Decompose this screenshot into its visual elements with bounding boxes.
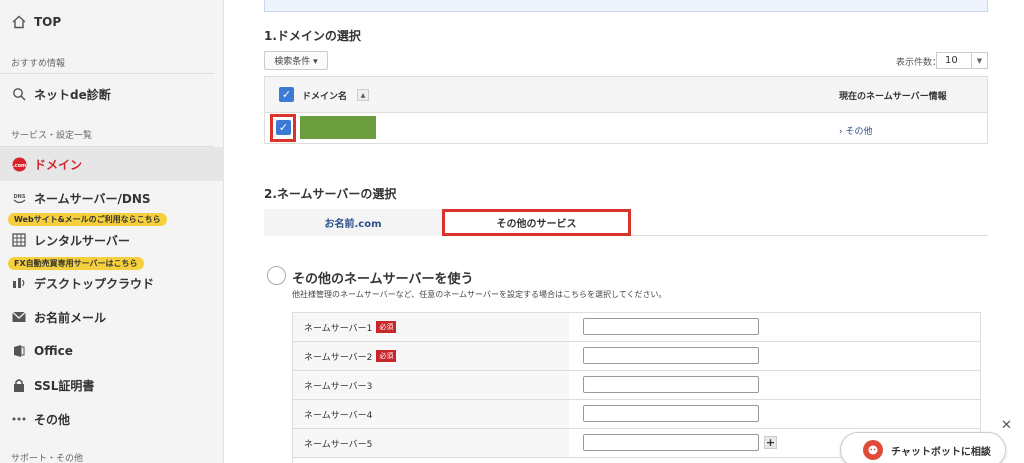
col-ns-info-header: 現在のネームサーバー情報: [839, 92, 947, 102]
nameserver-5-input[interactable]: [583, 434, 759, 451]
sidebar-item-mail[interactable]: お名前メール: [0, 299, 224, 335]
sidebar-item-label: その他: [34, 412, 71, 427]
sidebar-item-desktop-cloud[interactable]: デスクトップクラウド: [0, 265, 224, 301]
ns-label-text: ネームサーバー2: [304, 352, 373, 363]
domain-table: ✓ ドメイン名 ▲ 現在のネームサーバー情報 ✓ › その他: [264, 76, 988, 144]
count-value: 10: [945, 55, 958, 66]
col-domain-header: ドメイン名: [302, 92, 348, 102]
nameserver-2-input[interactable]: [583, 347, 759, 364]
add-nameserver-button[interactable]: +: [764, 436, 777, 449]
mail-icon: [11, 309, 27, 325]
ns-label-text: ネームサーバー3: [304, 381, 373, 392]
nameserver-4-input[interactable]: [583, 405, 759, 422]
ns-row-2: ネームサーバー2 必須: [293, 342, 980, 371]
other-ns-title: その他のネームサーバーを使う: [292, 272, 474, 287]
chevron-down-icon: ▼: [971, 53, 987, 68]
lock-icon: [11, 377, 27, 393]
ns-label: ネームサーバー2 必須: [293, 342, 569, 370]
dns-icon: DNS: [11, 190, 27, 206]
nameserver-1-input[interactable]: [583, 318, 759, 335]
row-checkbox[interactable]: ✓: [276, 120, 291, 135]
svg-text:.com: .com: [12, 163, 26, 169]
other-ns-radio[interactable]: [267, 266, 286, 285]
table-header: ✓ ドメイン名 ▲ 現在のネームサーバー情報: [265, 77, 987, 113]
ns-label: ネームサーバー3: [293, 371, 569, 399]
section-label-services: サービス・設定一覧: [11, 131, 93, 141]
sidebar-item-domain[interactable]: .com ドメイン: [0, 147, 224, 181]
cloud-icon: [11, 275, 27, 291]
sidebar-item-label: ネットde診断: [34, 87, 111, 102]
sidebar-item-label: ネームサーバー/DNS: [34, 191, 151, 206]
select-all-checkbox[interactable]: ✓: [279, 87, 294, 102]
close-icon[interactable]: ✕: [1001, 418, 1012, 433]
ns-label-text: ネームサーバー4: [304, 410, 373, 421]
dots-icon: [11, 411, 27, 427]
sidebar-item-other[interactable]: その他: [0, 401, 224, 437]
sidebar-item-ssl[interactable]: SSL証明書: [0, 367, 224, 403]
domain-section-title: 1.ドメインの選択: [264, 29, 361, 43]
divider: [0, 73, 214, 74]
ns-tabs: お名前.com その他のサービス: [264, 209, 988, 236]
ns-row-1: ネームサーバー1 必須: [293, 313, 980, 342]
sidebar: TOP おすすめ情報 ネットde診断 サービス・設定一覧 .com ドメイン D…: [0, 0, 224, 463]
tab-other-services[interactable]: その他のサービス: [442, 209, 631, 236]
ns-row-4: ネームサーバー4: [293, 400, 980, 429]
sidebar-item-label: お名前メール: [34, 310, 107, 325]
chatbot-label: チャットボットに相談: [891, 446, 991, 458]
sidebar-item-nameserver[interactable]: DNS ネームサーバー/DNS: [0, 180, 224, 216]
main-content: 1.ドメインの選択 検索条件 ▾ 表示件数： 10 ▼ ✓ ドメイン名 ▲ 現在…: [224, 0, 1024, 463]
com-icon: .com: [11, 156, 27, 172]
sidebar-item-label: ドメイン: [34, 157, 83, 172]
required-badge: 必須: [376, 321, 397, 333]
chatbot-icon: [863, 440, 883, 460]
info-banner: [264, 0, 988, 12]
chatbot-button[interactable]: チャットボットに相談: [840, 432, 1006, 463]
home-icon: [11, 14, 27, 30]
sort-icon[interactable]: ▲: [357, 89, 369, 101]
count-select[interactable]: 10 ▼: [936, 52, 988, 69]
ns-section-title: 2.ネームサーバーの選択: [264, 187, 397, 201]
sidebar-item-label: SSL証明書: [34, 378, 95, 393]
section-label-recommend: おすすめ情報: [11, 59, 66, 69]
svg-text:DNS: DNS: [13, 194, 25, 200]
sidebar-item-top[interactable]: TOP: [0, 4, 224, 40]
other-ns-description: 他社様管理のネームサーバーなど、任意のネームサーバーを設定する場合はこちらを選択…: [292, 290, 667, 299]
search-icon: [11, 86, 27, 102]
page-root: TOP おすすめ情報 ネットde診断 サービス・設定一覧 .com ドメイン D…: [0, 0, 1024, 463]
tab-onamae[interactable]: お名前.com: [264, 209, 442, 236]
office-icon: [11, 343, 27, 359]
ns-label-text: ネームサーバー5: [304, 439, 373, 450]
sidebar-item-label: Office: [34, 344, 73, 358]
ns-label: ネームサーバー4: [293, 400, 569, 428]
required-badge: 必須: [376, 350, 397, 362]
ns-label: ネームサーバー1 必須: [293, 313, 569, 341]
nameserver-3-input[interactable]: [583, 376, 759, 393]
count-label: 表示件数：: [896, 58, 942, 68]
sidebar-item-label: TOP: [34, 15, 62, 29]
sidebar-item-office[interactable]: Office: [0, 333, 224, 369]
server-icon: [11, 232, 27, 248]
sidebar-item-label: レンタルサーバー: [34, 233, 130, 248]
domain-name-redacted: [300, 116, 376, 139]
filter-button[interactable]: 検索条件 ▾: [264, 51, 328, 70]
sidebar-item-net-diag[interactable]: ネットde診断: [0, 76, 224, 112]
sidebar-item-label: デスクトップクラウド: [34, 276, 155, 291]
sidebar-item-rental-server[interactable]: レンタルサーバー: [0, 222, 224, 258]
ns-label-text: ネームサーバー1: [304, 323, 373, 334]
section-label-support: サポート・その他: [11, 454, 84, 463]
ns-row-3: ネームサーバー3: [293, 371, 980, 400]
ns-label: ネームサーバー5: [293, 429, 569, 457]
ns-info-link[interactable]: › その他: [839, 124, 872, 137]
